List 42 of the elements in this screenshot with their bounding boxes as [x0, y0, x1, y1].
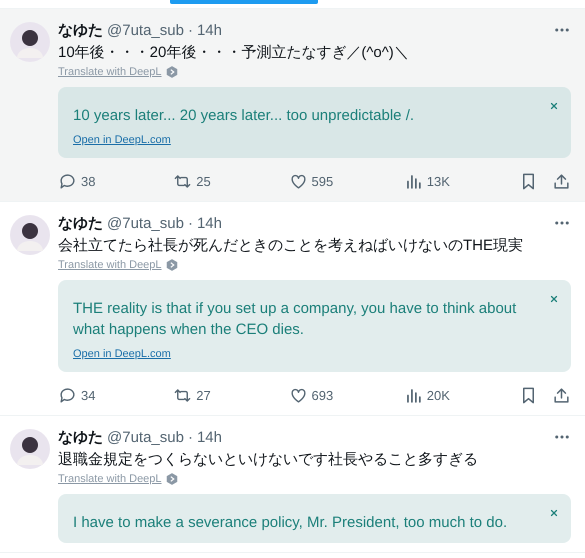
post-text: 10年後・・・20年後・・・予測立たなすぎ／(^o^)＼ [58, 43, 410, 63]
user-handle[interactable]: @7uta_sub [107, 428, 184, 446]
post-card[interactable]: なゆた @7uta_sub · 14h 10年後・・・20年後・・・予測立たなすぎ／(^o^)＼ Translate with DeepL 10 years later... 20 years later... too unpredictable /. Open in DeepL.com 38 25 595 13K [0, 9, 585, 202]
repost-count: 25 [196, 174, 211, 188]
close-icon[interactable] [549, 508, 559, 518]
reply-icon[interactable] [58, 386, 77, 404]
timestamp[interactable]: 14h [196, 428, 222, 446]
timestamp[interactable]: 14h [196, 214, 222, 232]
like-count: 595 [312, 174, 334, 188]
close-icon[interactable] [549, 294, 559, 304]
avatar[interactable] [10, 215, 50, 255]
author-name[interactable]: なゆた [58, 428, 103, 446]
author-name[interactable]: なゆた [58, 214, 103, 232]
timestamp[interactable]: 14h [196, 22, 222, 38]
repost-count: 27 [196, 388, 211, 402]
translation-text: I have to make a severance policy, Mr. President, too much to do. [73, 513, 508, 533]
hexagon-logo-icon [164, 65, 179, 79]
view-count: 20K [426, 388, 450, 402]
avatar[interactable] [10, 22, 50, 62]
post-text: 会社立てたら社長が死んだときのことを考えねばいけないのTHE現実 [58, 236, 524, 256]
share-icon[interactable] [552, 172, 571, 190]
post-text: 退職金規定をつくらないといけないです社長やること多すぎる [58, 450, 479, 470]
view-count: 13K [426, 174, 450, 188]
hexagon-logo-icon [164, 258, 179, 272]
close-icon[interactable] [549, 101, 559, 111]
open-link[interactable]: Open in DeepL.com [73, 134, 171, 146]
hexagon-logo-icon [164, 472, 179, 486]
reply-count: 34 [81, 388, 96, 402]
user-handle[interactable]: @7uta_sub [107, 214, 184, 232]
reply-icon[interactable] [58, 172, 77, 190]
avatar[interactable] [10, 429, 50, 469]
translation-text: THE reality is that if you set up a company, you have to think about what happens when the CEO dies. [73, 299, 518, 340]
reply-count: 38 [81, 174, 96, 188]
translation-text: 10 years later... 20 years later... too unpredictable /. [73, 106, 416, 126]
open-link[interactable]: Open in DeepL.com [73, 348, 171, 360]
share-icon[interactable] [552, 386, 571, 404]
author-name[interactable]: なゆた [58, 20, 103, 40]
user-handle[interactable]: @7uta_sub [107, 22, 184, 38]
separator-dot: · [188, 428, 193, 446]
like-count: 693 [312, 388, 334, 402]
separator-dot: · [188, 22, 193, 38]
separator-dot: · [188, 214, 193, 232]
